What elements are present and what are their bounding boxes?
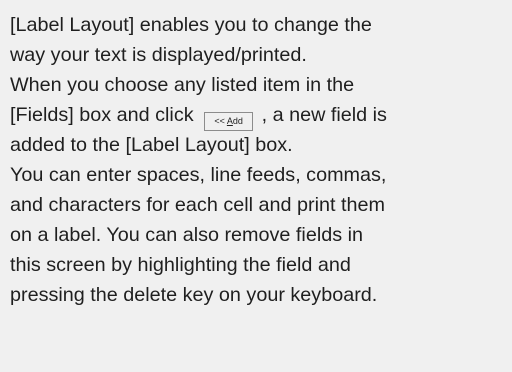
help-line-6: You can enter spaces, line feeds, commas… bbox=[10, 164, 387, 186]
add-button-prefix: << bbox=[214, 116, 227, 126]
help-line-9: this screen by highlighting the field an… bbox=[10, 254, 351, 276]
help-line-4-end: , a new field is bbox=[261, 104, 387, 126]
help-line-2: way your text is displayed/printed. bbox=[10, 44, 307, 66]
help-line-3: When you choose any listed item in the bbox=[10, 74, 355, 96]
help-line-10: pressing the delete key on your keyboard… bbox=[10, 284, 378, 306]
help-line-8: on a label. You can also remove fields i… bbox=[10, 224, 363, 246]
help-line-4: [Fields] box and click << Add , a new fi… bbox=[10, 100, 512, 131]
add-button-rest: dd bbox=[232, 116, 243, 126]
help-line-7: and characters for each cell and print t… bbox=[10, 194, 385, 216]
help-line-5: added to the [Label Layout] box. bbox=[10, 134, 293, 156]
help-line-4-start: [Fields] box and click bbox=[10, 104, 194, 126]
help-panel: [Label Layout] enables you to change the… bbox=[0, 0, 512, 372]
add-button[interactable]: << Add bbox=[204, 112, 254, 131]
help-line-1: [Label Layout] enables you to change the bbox=[10, 14, 372, 36]
